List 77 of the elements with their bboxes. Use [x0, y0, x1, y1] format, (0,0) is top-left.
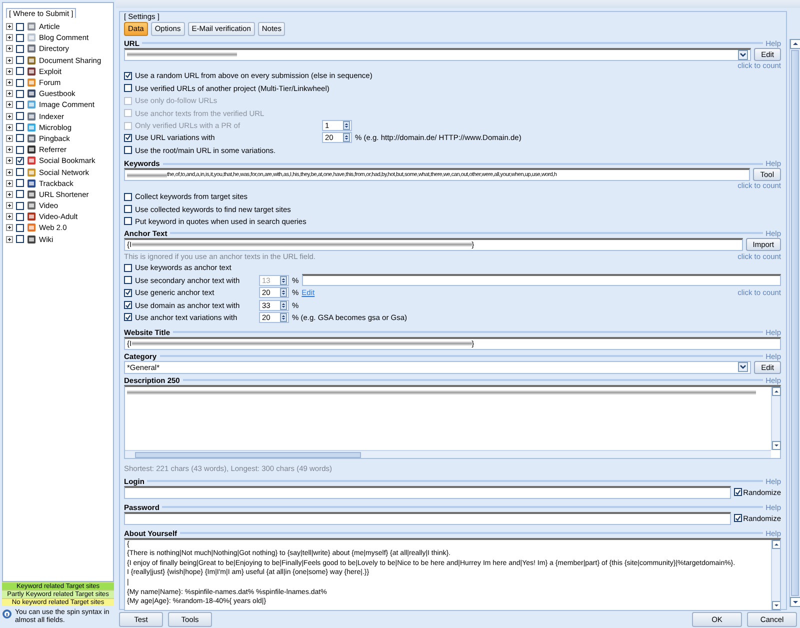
expand-icon[interactable] — [6, 236, 13, 243]
checkbox[interactable] — [16, 112, 24, 120]
checkbox[interactable] — [16, 90, 24, 98]
checkbox[interactable] — [124, 84, 132, 92]
checkbox[interactable] — [124, 301, 132, 310]
expand-icon[interactable] — [6, 124, 13, 131]
scroll-up-icon[interactable] — [772, 540, 780, 549]
scrollbar[interactable] — [789, 39, 800, 607]
expand-icon[interactable] — [6, 56, 13, 64]
checkbox[interactable] — [124, 72, 132, 80]
checkbox[interactable] — [734, 514, 742, 522]
scroll-down-icon[interactable] — [772, 440, 781, 450]
expand-icon[interactable] — [6, 23, 13, 30]
url-field[interactable] — [124, 48, 752, 61]
expand-icon[interactable] — [6, 134, 13, 142]
checkbox[interactable] — [124, 205, 132, 214]
checkbox[interactable] — [16, 67, 24, 76]
expand-icon[interactable] — [6, 112, 13, 120]
checkbox[interactable] — [124, 276, 132, 284]
text-field[interactable] — [302, 274, 781, 286]
checkbox[interactable] — [16, 123, 24, 132]
scroll-up-icon[interactable] — [772, 386, 781, 396]
checkbox[interactable] — [16, 202, 24, 210]
checkbox[interactable] — [124, 288, 132, 297]
dropdown-arrow-icon[interactable] — [738, 362, 748, 372]
checkbox[interactable] — [16, 168, 24, 176]
checkbox[interactable] — [16, 190, 24, 198]
expand-icon[interactable] — [6, 45, 13, 52]
scroll-down-icon[interactable] — [790, 597, 800, 607]
expand-icon[interactable] — [6, 101, 13, 108]
checkbox[interactable] — [16, 212, 24, 221]
spin-icon[interactable] — [280, 312, 287, 322]
scrollbar[interactable] — [771, 540, 780, 610]
spin-icon[interactable] — [343, 133, 350, 142]
expand-icon[interactable] — [6, 224, 13, 232]
scrollbar[interactable] — [125, 450, 771, 458]
checkbox[interactable] — [16, 146, 24, 154]
expand-icon[interactable] — [6, 146, 13, 154]
expand-icon[interactable] — [6, 68, 13, 75]
text-field[interactable] — [124, 486, 732, 499]
scrollbar[interactable] — [771, 386, 780, 450]
expand-icon[interactable] — [6, 34, 13, 42]
text-field[interactable] — [124, 512, 732, 525]
checkbox[interactable] — [16, 156, 24, 165]
scroll-up-icon[interactable] — [790, 39, 800, 49]
spin-icon[interactable] — [280, 288, 287, 298]
expand-icon[interactable] — [6, 190, 13, 198]
checkbox[interactable] — [124, 313, 132, 322]
expand-icon[interactable] — [6, 213, 13, 220]
expand-icon[interactable] — [6, 157, 13, 164]
checkbox[interactable] — [16, 134, 24, 142]
checkbox[interactable] — [124, 134, 132, 142]
scroll-down-icon[interactable] — [772, 600, 780, 610]
checkbox[interactable] — [16, 78, 24, 87]
checkbox[interactable] — [16, 44, 24, 53]
checkbox[interactable] — [124, 146, 132, 154]
checkbox[interactable] — [124, 192, 132, 201]
expand-icon[interactable] — [6, 180, 13, 187]
checkbox[interactable] — [124, 264, 132, 272]
dropdown-arrow-icon[interactable] — [738, 50, 748, 60]
spin-icon[interactable] — [280, 300, 287, 310]
expand-icon[interactable] — [6, 202, 13, 210]
checkbox[interactable] — [734, 488, 742, 496]
checkbox[interactable] — [16, 235, 24, 244]
checkbox[interactable] — [16, 224, 24, 232]
checkbox[interactable] — [16, 100, 24, 109]
expand-icon[interactable] — [6, 79, 13, 86]
expand-icon[interactable] — [6, 90, 13, 98]
description-textarea[interactable] — [124, 384, 781, 459]
expand-icon[interactable] — [6, 168, 13, 176]
checkbox[interactable] — [16, 22, 24, 31]
info-icon — [2, 609, 12, 619]
checkbox[interactable] — [16, 34, 24, 42]
checkbox[interactable] — [16, 179, 24, 188]
checkbox[interactable] — [16, 56, 24, 64]
about-textarea[interactable] — [124, 538, 781, 611]
checkbox[interactable] — [124, 217, 132, 226]
